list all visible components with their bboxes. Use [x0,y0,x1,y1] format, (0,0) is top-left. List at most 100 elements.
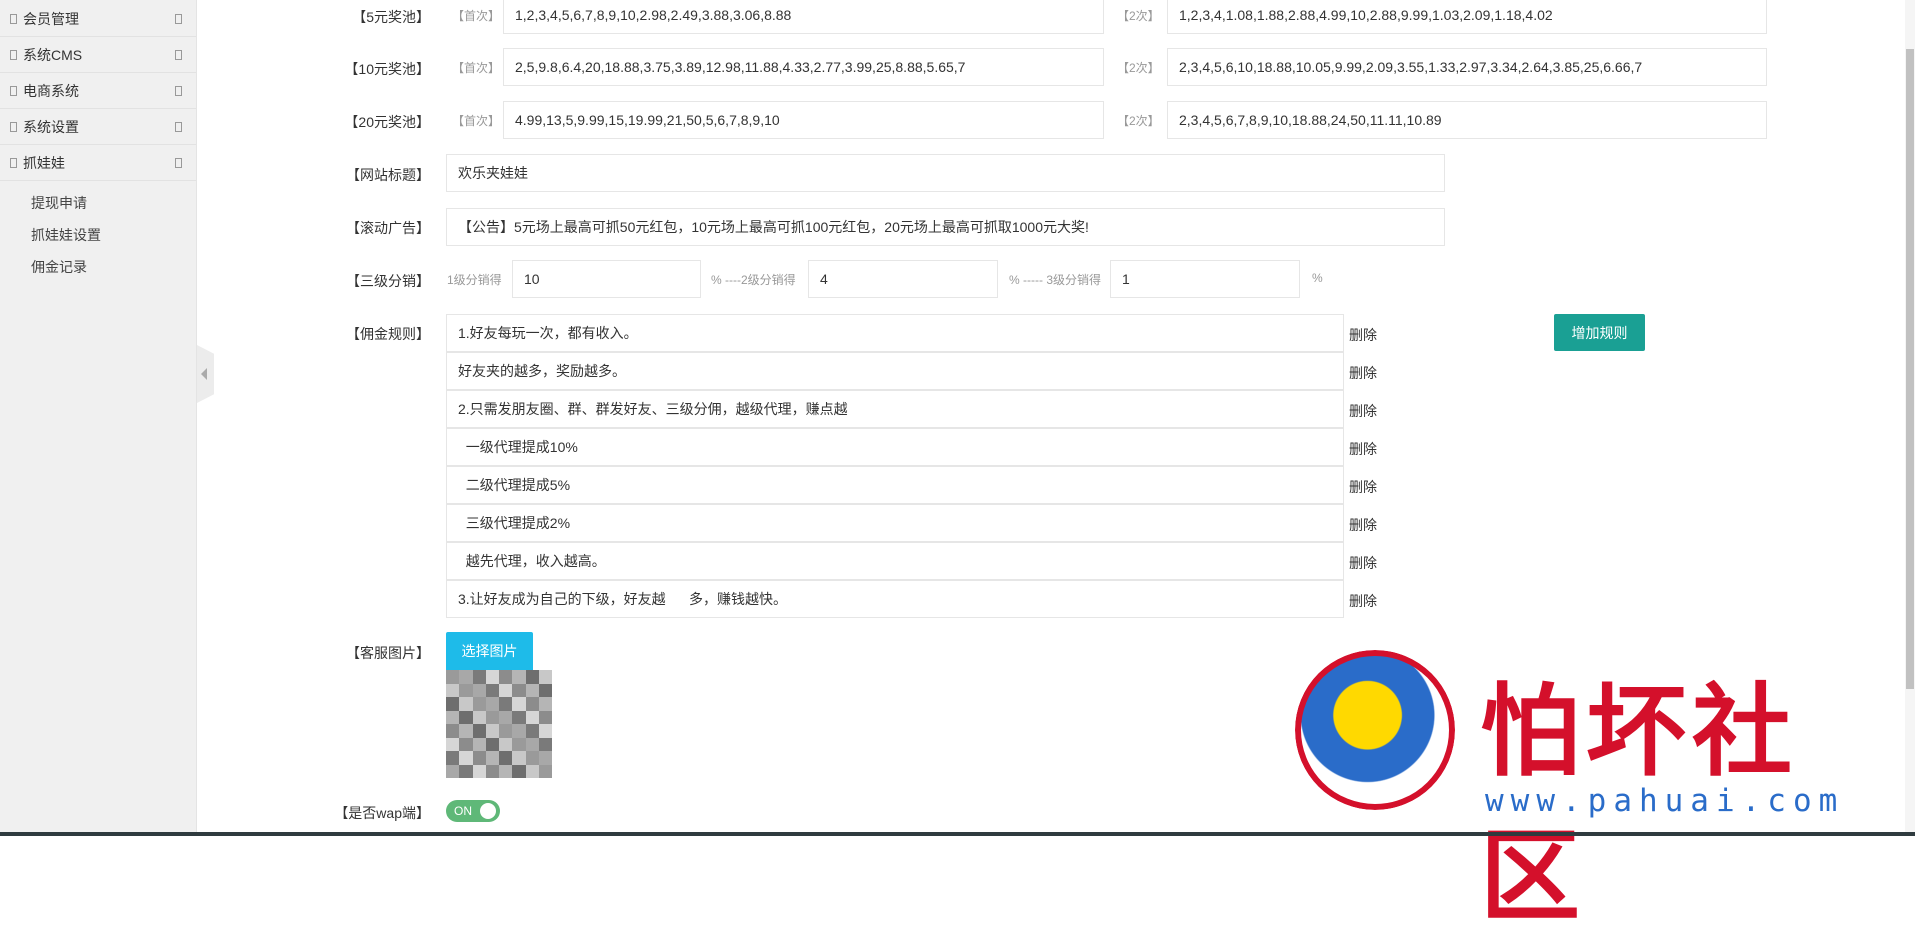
sidebar-collapse-handle[interactable] [197,345,214,403]
qr-pixel [538,737,552,751]
bottom-bar [0,832,1915,836]
sidebar-item-settings[interactable]: 系统设置 [0,109,196,145]
qr-pixel [499,764,513,778]
qr-pixel [459,697,473,711]
qr-pixel [446,710,460,724]
level3-input[interactable] [1110,260,1300,298]
qr-pixel [525,737,539,751]
qr-pixel [499,697,513,711]
sidebar-subitem-commission[interactable]: 佣金记录 [31,257,87,277]
scrollbar-thumb[interactable] [1906,49,1914,689]
qr-pixel [512,683,526,697]
qr-pixel [472,737,486,751]
scrollbar[interactable] [1905,0,1915,832]
qr-pixel [446,683,460,697]
qr-pixel [459,737,473,751]
chevron-icon [175,86,182,96]
level2-label: % ----2级分销得 [711,273,796,287]
site-title-label: 【网站标题】 [346,167,430,183]
delete-rule-link[interactable]: 删除 [1349,553,1377,573]
level1-label: 1级分销得 [447,273,502,287]
delete-rule-link[interactable]: 删除 [1349,439,1377,459]
percent-sign: % [1312,271,1323,285]
qr-pixel [538,710,552,724]
site-title-input[interactable] [446,154,1445,192]
menu-icon [10,157,17,168]
qr-pixel [499,751,513,765]
wap-label: 【是否wap端】 [334,805,430,821]
rule-input[interactable]: 越先代理，收入越高。 [446,542,1344,580]
pool-10-first-input[interactable] [503,48,1104,86]
menu-icon [10,13,17,24]
rule-input[interactable]: 一级代理提成10% [446,428,1344,466]
qr-pixel [446,764,460,778]
rule-input[interactable]: 3.让好友成为自己的下级，好友越 多，赚钱越快。 [446,580,1344,618]
sidebar-item-label: 会员管理 [23,10,79,27]
qr-pixel [459,683,473,697]
pool-10-second-input[interactable] [1167,48,1767,86]
watermark-url: www.pahuai.com [1485,783,1845,819]
scroll-ad-input[interactable] [446,208,1445,246]
qr-pixel [525,710,539,724]
sidebar-item-cms[interactable]: 系统CMS [0,37,196,73]
delete-rule-link[interactable]: 删除 [1349,401,1377,421]
pool-20-first-input[interactable] [503,101,1104,139]
chevron-icon [175,122,182,132]
qr-pixel [512,670,526,684]
level2-input[interactable] [808,260,998,298]
delete-rule-link[interactable]: 删除 [1349,325,1377,345]
qr-pixel [472,697,486,711]
sidebar-item-member[interactable]: 会员管理 [0,1,196,37]
rule-input[interactable]: 二级代理提成5% [446,466,1344,504]
qr-pixel [485,764,499,778]
menu-icon [10,85,17,96]
qr-pixel [485,683,499,697]
qr-pixel [485,751,499,765]
sidebar-item-ecommerce[interactable]: 电商系统 [0,73,196,109]
qr-pixel [512,710,526,724]
second-tag: 【2次】 [1117,9,1160,23]
qr-pixel [538,670,552,684]
sidebar-subitem-claw-settings[interactable]: 抓娃娃设置 [31,225,101,245]
delete-rule-link[interactable]: 删除 [1349,363,1377,383]
delete-rule-link[interactable]: 删除 [1349,515,1377,535]
qr-pixel [499,724,513,738]
qr-pixel [446,724,460,738]
delete-rule-link[interactable]: 删除 [1349,591,1377,611]
qr-pixel [499,737,513,751]
qr-pixel [485,697,499,711]
qr-pixel [472,683,486,697]
rule-input[interactable]: 1.好友每玩一次，都有收入。 [446,314,1344,352]
service-qr-image [446,670,552,778]
rule-input[interactable]: 好友夹的越多，奖励越多。 [446,352,1344,390]
qr-pixel [525,724,539,738]
sidebar-item-claw[interactable]: 抓娃娃 [0,145,196,181]
qr-pixel [485,710,499,724]
toggle-knob [480,803,496,819]
chevron-icon [175,158,182,168]
sidebar-item-label: 系统CMS [23,46,83,63]
pool-20-second-input[interactable] [1167,101,1767,139]
first-tag: 【首次】 [452,9,501,23]
qr-pixel [499,710,513,724]
rule-input[interactable]: 2.只需发朋友圈、群、群发好友、三级分佣，越级代理，赚点越 [446,390,1344,428]
wap-toggle[interactable]: ON [446,800,500,822]
chevron-icon [175,14,182,24]
qr-pixel [459,764,473,778]
sidebar-subitem-withdraw[interactable]: 提现申请 [31,193,87,213]
qr-pixel [512,697,526,711]
pool-5-first-input[interactable] [503,0,1104,34]
qr-pixel [472,751,486,765]
add-rule-button[interactable]: 增加规则 [1554,314,1645,351]
choose-image-button[interactable]: 选择图片 [446,632,533,670]
menu-icon [10,49,17,60]
fish-logo-icon [1295,650,1455,810]
menu-icon [10,121,17,132]
pool-5-second-input[interactable] [1167,0,1767,34]
qr-pixel [538,724,552,738]
rule-input[interactable]: 三级代理提成2% [446,504,1344,542]
delete-rule-link[interactable]: 删除 [1349,477,1377,497]
second-tag: 【2次】 [1117,61,1160,75]
level1-input[interactable] [512,260,701,298]
qr-pixel [485,724,499,738]
